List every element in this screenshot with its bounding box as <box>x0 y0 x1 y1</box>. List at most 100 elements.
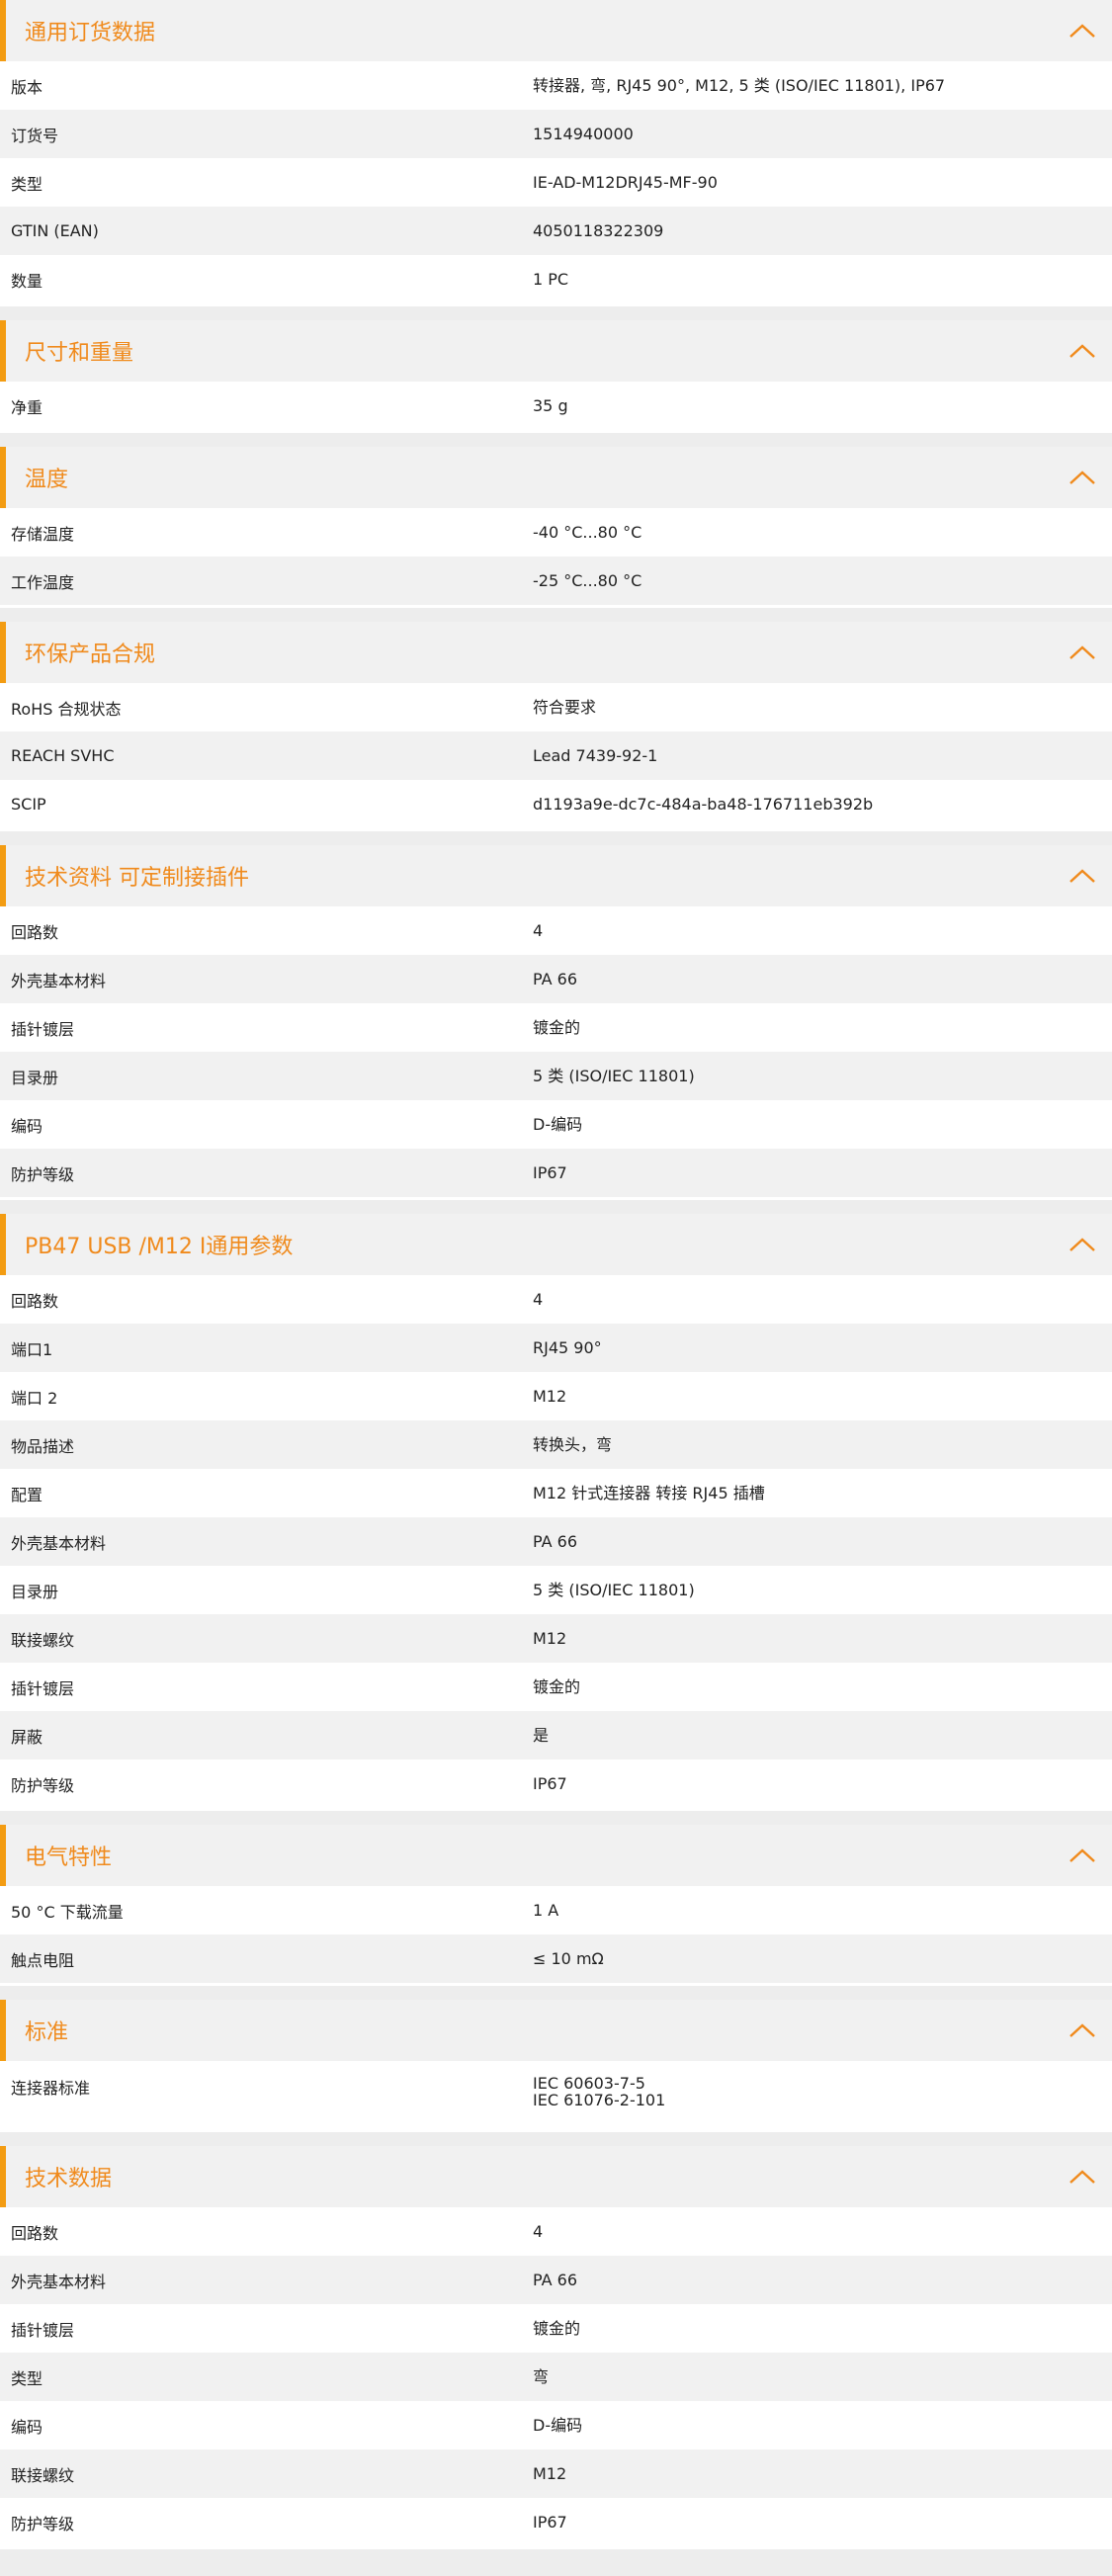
spec-label: GTIN (EAN) <box>11 221 99 240</box>
section-header[interactable]: 环保产品合规 <box>0 622 1112 683</box>
section-header[interactable]: 技术资料 可定制接插件 <box>0 845 1112 906</box>
spec-row: 版本 转接器, 弯, RJ45 90°, M12, 5 类 (ISO/IEC 11… <box>0 61 1112 110</box>
spec-row: 编码 D-编码 <box>0 2401 1112 2449</box>
spec-row: 插针镀层 镀金的 <box>0 1003 1112 1052</box>
spec-value: PA 66 <box>533 970 578 988</box>
spec-row: 插针镀层 镀金的 <box>0 2304 1112 2353</box>
chevron-up-icon[interactable] <box>1069 2169 1096 2185</box>
spec-label: 配置 <box>11 1485 43 1504</box>
section-header[interactable]: 电气特性 <box>0 1825 1112 1886</box>
section-header[interactable]: PB47 USB /M12 I通用参数 <box>0 1214 1112 1275</box>
spec-value: PA 66 <box>533 1532 578 1551</box>
spec-label: 订货号 <box>11 126 59 145</box>
spec-value: PA 66 <box>533 2271 578 2289</box>
chevron-up-icon[interactable] <box>1069 23 1096 39</box>
spec-row: 联接螺纹 M12 <box>0 1614 1112 1663</box>
spec-label: 插针镀层 <box>11 1678 75 1698</box>
section-gap <box>0 831 1112 845</box>
section-gap <box>0 433 1112 447</box>
spec-row: 类型 弯 <box>0 2353 1112 2401</box>
section-gap <box>0 306 1112 320</box>
section-title: 技术资料 可定制接插件 <box>25 866 249 891</box>
chevron-up-icon[interactable] <box>1069 1237 1096 1252</box>
spec-section: 温度 存储温度 -40 °C...80 °C 工作温度 -25 °C...80 °C <box>0 447 1112 608</box>
spec-sheet: 通用订货数据版本 转接器, 弯, RJ45 90°, M12, 5 类 (ISO/… <box>0 0 1112 2549</box>
spec-value: d1193a9e-dc7c-484a-ba48-176711eb392b <box>533 795 874 814</box>
section-gap <box>0 1986 1112 2000</box>
section-gap <box>0 1200 1112 1214</box>
chevron-up-icon[interactable] <box>1069 868 1096 884</box>
spec-label: 存储温度 <box>11 524 75 544</box>
spec-row: 端口 2 M12 <box>0 1372 1112 1420</box>
spec-value: IP67 <box>533 1163 567 1182</box>
section-gap <box>0 1811 1112 1825</box>
spec-row: 回路数 4 <box>0 2207 1112 2256</box>
spec-label: 类型 <box>11 174 43 194</box>
spec-value: 弯 <box>533 2367 550 2386</box>
spec-row: 目录册 5 类 (ISO/IEC 11801) <box>0 1566 1112 1614</box>
spec-value: M12 <box>533 1387 567 1406</box>
spec-label: 外壳基本材料 <box>11 971 107 990</box>
spec-row: 回路数 4 <box>0 1275 1112 1324</box>
spec-label: 屏蔽 <box>11 1727 43 1747</box>
spec-value: 镀金的 <box>533 2319 581 2338</box>
chevron-up-icon[interactable] <box>1069 1847 1096 1863</box>
spec-row: 回路数 4 <box>0 906 1112 955</box>
spec-value: 5 类 (ISO/IEC 11801) <box>533 1581 695 1599</box>
spec-label: 目录册 <box>11 1582 59 1601</box>
section-header[interactable]: 标准 <box>0 2000 1112 2061</box>
spec-section: 技术资料 可定制接插件 回路数 4 外壳基本材料 PA 66 插针镀层 镀金的 目录册 5 类 … <box>0 845 1112 1200</box>
spec-row: 联接螺纹 M12 <box>0 2449 1112 2498</box>
section-gap <box>0 2132 1112 2146</box>
spec-label: 编码 <box>11 1116 43 1136</box>
spec-label: 联接螺纹 <box>11 2465 75 2485</box>
spec-label: 连接器标准 <box>11 2079 91 2098</box>
spec-value: IP67 <box>533 1774 567 1793</box>
spec-value: 是 <box>533 1726 550 1745</box>
spec-label: 编码 <box>11 2417 43 2437</box>
spec-value: 4050118322309 <box>533 221 664 240</box>
spec-value: 4 <box>533 921 544 940</box>
spec-row: 工作温度 -25 °C...80 °C <box>0 557 1112 605</box>
section-gap <box>0 608 1112 622</box>
chevron-up-icon[interactable] <box>1069 644 1096 660</box>
spec-value: 1514940000 <box>533 125 634 143</box>
section-header[interactable]: 通用订货数据 <box>0 0 1112 61</box>
spec-label: 物品描述 <box>11 1436 75 1456</box>
section-title: 通用订货数据 <box>25 21 156 45</box>
spec-value: M12 针式连接器 转接 RJ45 插槽 <box>533 1484 765 1503</box>
spec-section: 技术数据回路数 4 外壳基本材料 PA 66 插针镀层 镀金的类型 弯编码 D-编码 联接螺纹 M… <box>0 2146 1112 2549</box>
spec-row: RoHS 合规状态 符合要求 <box>0 683 1112 731</box>
spec-row: 防护等级 IP67 <box>0 1760 1112 1808</box>
spec-value: 镀金的 <box>533 1018 581 1037</box>
spec-row: 物品描述 转换头，弯 <box>0 1420 1112 1469</box>
chevron-up-icon[interactable] <box>1069 2022 1096 2038</box>
spec-value: 4 <box>533 1290 544 1309</box>
spec-value: 1 PC <box>533 270 569 289</box>
section-title: 技术数据 <box>25 2167 113 2191</box>
spec-row: 触点电阻 ≤ 10 mΩ <box>0 1934 1112 1983</box>
spec-value: IP67 <box>533 2513 567 2532</box>
spec-label: 插针镀层 <box>11 2320 75 2340</box>
section-header[interactable]: 温度 <box>0 447 1112 508</box>
spec-section: PB47 USB /M12 I通用参数回路数 4 端口1 RJ45 90° 端口 2 M1… <box>0 1214 1112 1811</box>
chevron-up-icon[interactable] <box>1069 343 1096 359</box>
spec-label: 联接螺纹 <box>11 1630 75 1650</box>
spec-row: 端口1 RJ45 90° <box>0 1324 1112 1372</box>
spec-row: 防护等级 IP67 <box>0 1149 1112 1197</box>
spec-row: 防护等级 IP67 <box>0 2498 1112 2546</box>
spec-label: 回路数 <box>11 1291 59 1311</box>
spec-value: 转换头，弯 <box>533 1435 613 1454</box>
spec-label: RoHS 合规状态 <box>11 699 122 719</box>
section-title: 标准 <box>25 2020 69 2045</box>
spec-label: 回路数 <box>11 922 59 942</box>
section-header[interactable]: 尺寸和重量 <box>0 320 1112 382</box>
spec-value: ≤ 10 mΩ <box>533 1949 604 1968</box>
spec-row: 插针镀层 镀金的 <box>0 1663 1112 1711</box>
spec-section: 通用订货数据版本 转接器, 弯, RJ45 90°, M12, 5 类 (ISO/… <box>0 0 1112 306</box>
spec-label: 数量 <box>11 271 43 291</box>
spec-label: 外壳基本材料 <box>11 2272 107 2291</box>
section-header[interactable]: 技术数据 <box>0 2146 1112 2207</box>
spec-row: 存储温度 -40 °C...80 °C <box>0 508 1112 557</box>
chevron-up-icon[interactable] <box>1069 470 1096 485</box>
